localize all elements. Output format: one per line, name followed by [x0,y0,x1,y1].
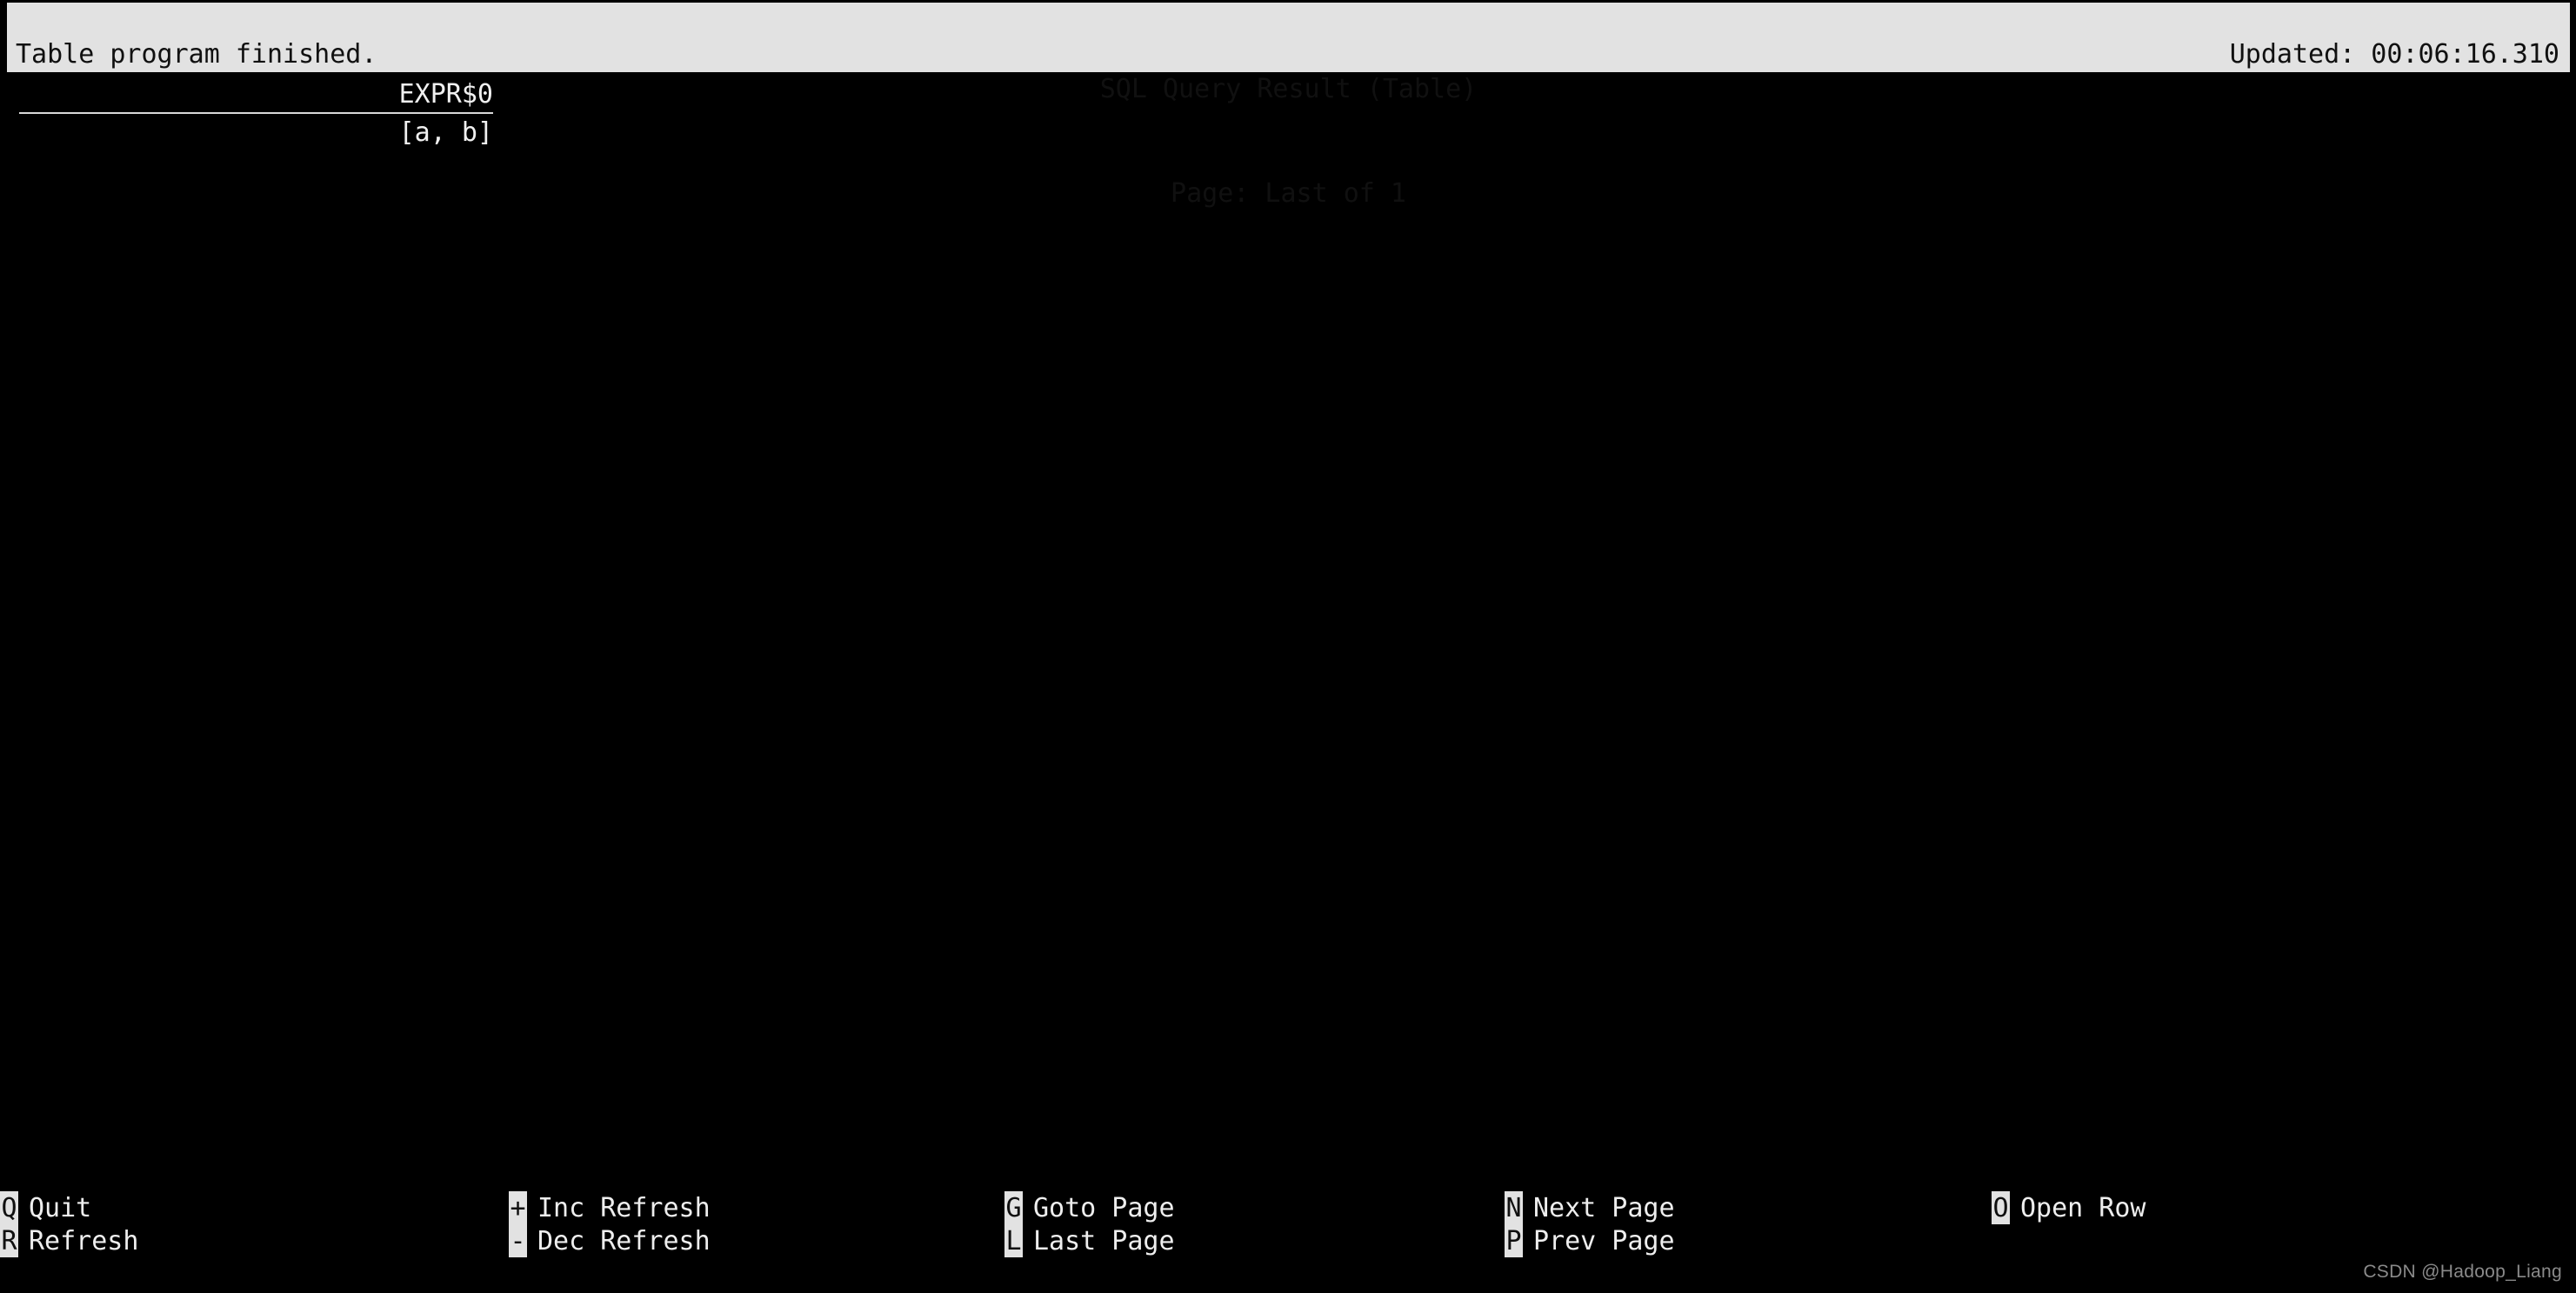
command-refresh[interactable]: Refresh [29,1224,138,1257]
key-badge-quit[interactable]: Q [0,1191,18,1224]
command-keys-4: N P [1505,1191,1523,1257]
command-next-page[interactable]: Next Page [1533,1191,1675,1224]
command-labels-3: Goto Page Last Page [1033,1191,1175,1257]
key-badge-dec-refresh[interactable]: - [509,1224,527,1257]
header-bar: Table program finished. SQL Query Result… [7,3,2570,209]
command-labels-4: Next Page Prev Page [1533,1191,1675,1257]
command-last-page[interactable]: Last Page [1033,1224,1175,1257]
command-keys-3: G L [1004,1191,1023,1257]
command-keys-2: + - [509,1191,527,1257]
command-prev-page[interactable]: Prev Page [1533,1224,1675,1257]
command-labels-5: Open Row [2020,1191,2146,1224]
key-badge-goto-page[interactable]: G [1004,1191,1023,1224]
key-badge-open-row[interactable]: O [1992,1191,2010,1224]
command-keys-1: Q R [0,1191,18,1257]
key-badge-last-page[interactable]: L [1004,1224,1023,1257]
command-dec-refresh[interactable]: Dec Refresh [537,1224,711,1257]
updated-timestamp: Updated: 00:06:16.310 [2229,39,2559,70]
table-column-expr0: EXPR$0 [a, b] [19,77,493,150]
column-header-expr0[interactable]: EXPR$0 [19,77,493,114]
command-labels-1: Quit Refresh [29,1191,138,1257]
table-row[interactable]: [a, b] [19,114,493,150]
key-badge-next-page[interactable]: N [1505,1191,1523,1224]
key-badge-inc-refresh[interactable]: + [509,1191,527,1224]
command-quit[interactable]: Quit [29,1191,138,1224]
command-keys-5: O [1992,1191,2010,1224]
command-inc-refresh[interactable]: Inc Refresh [537,1191,711,1224]
command-goto-page[interactable]: Goto Page [1033,1191,1175,1224]
command-labels-2: Inc Refresh Dec Refresh [537,1191,711,1257]
command-bar: Q R Quit Refresh + - Inc Refresh Dec Ref… [0,1190,2576,1259]
watermark: CSDN @Hadoop_Liang [2363,1262,2562,1282]
command-open-row[interactable]: Open Row [2020,1191,2146,1224]
key-badge-refresh[interactable]: R [0,1224,18,1257]
page-indicator: Page: Last of 1 [1171,178,1406,209]
key-badge-prev-page[interactable]: P [1505,1224,1523,1257]
